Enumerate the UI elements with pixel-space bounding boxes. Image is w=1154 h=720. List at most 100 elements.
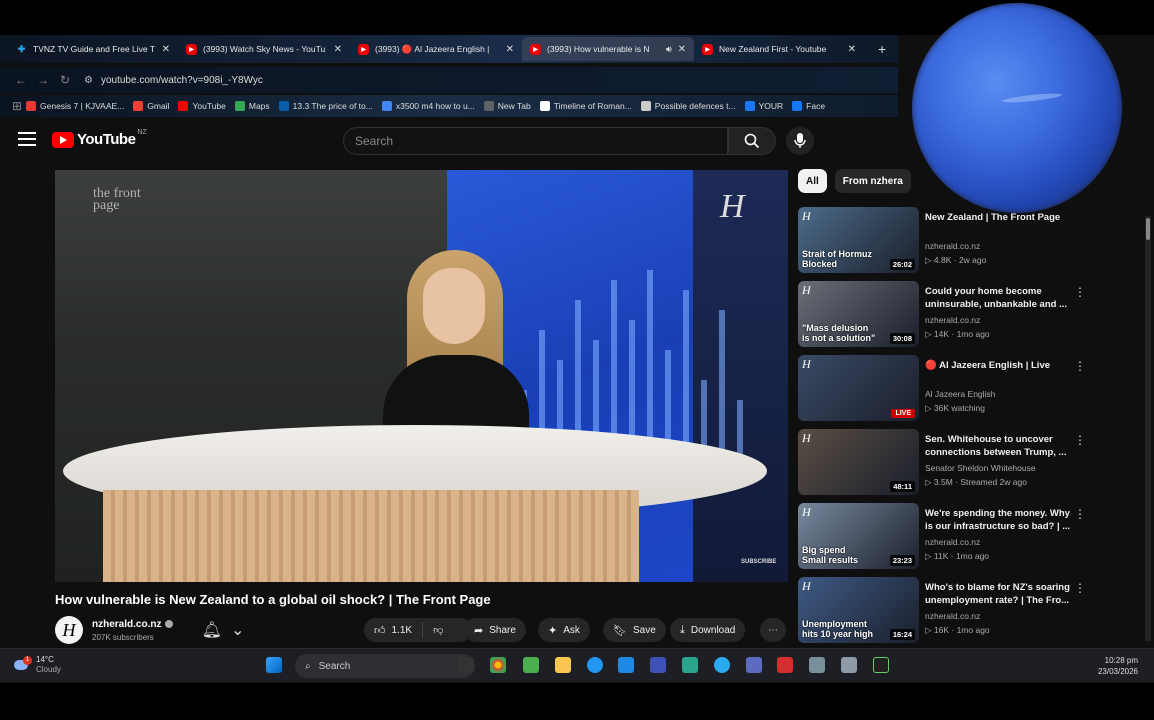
outlook-icon[interactable] <box>618 657 634 673</box>
dislike-button[interactable]: 👎︎ <box>423 624 453 636</box>
browser-tab[interactable]: ▶ (3993) How vulnerable is N 🔊︎ ✕ <box>522 37 694 61</box>
video-title[interactable]: 🔴 Al Jazeera English | Live <box>925 359 1075 372</box>
browser-tab[interactable]: ▶ New Zealand First - Youtube ✕ <box>694 37 864 61</box>
bookmark-item[interactable]: Genesis 7 | KJVAAE... <box>26 101 124 111</box>
more-options-icon[interactable]: ⋮ <box>1074 359 1086 373</box>
video-thumbnail[interactable]: H 48:11 <box>798 429 919 495</box>
taskbar-search[interactable]: ⌕ Search <box>295 654 475 678</box>
more-actions-button[interactable]: ⋯ <box>760 618 786 642</box>
subscribe-watermark[interactable]: SUBSCRIBE <box>741 559 776 565</box>
video-thumbnail[interactable]: H "Mass delusion is not a solution" 30:08 <box>798 281 919 347</box>
file-explorer-icon[interactable] <box>555 657 571 673</box>
bookmark-item[interactable]: YOUR <box>744 101 783 111</box>
bookmark-item[interactable]: Face <box>792 101 825 111</box>
apps-grid-icon[interactable]: ⊞ <box>8 99 26 113</box>
gamepad-icon[interactable] <box>809 657 825 673</box>
start-menu-icon[interactable] <box>266 657 282 673</box>
bookmark-item[interactable]: YouTube <box>178 101 226 111</box>
channel-name-text[interactable]: nzherald.co.nz <box>92 619 161 630</box>
video-title[interactable]: New Zealand | The Front Page <box>925 211 1075 224</box>
app-window-icon[interactable] <box>746 657 762 673</box>
close-tab-icon[interactable]: ✕ <box>678 44 686 55</box>
video-thumbnail[interactable]: H LIVE <box>798 355 919 421</box>
save-button[interactable]: 🔖︎ Save <box>603 618 666 642</box>
channel-name[interactable]: nzherald.co.nz <box>925 611 980 621</box>
download-button[interactable]: ⤓ Download <box>670 618 746 642</box>
bookmark-item[interactable]: New Tab <box>483 101 531 111</box>
recommended-video[interactable]: H Big spend Small results 23:23 We're spend… <box>798 503 1098 573</box>
more-options-icon[interactable]: ⋮ <box>1074 581 1086 595</box>
channel-avatar[interactable]: H <box>55 616 83 644</box>
back-icon[interactable]: ← <box>10 73 32 87</box>
app-icon[interactable] <box>682 657 698 673</box>
browser-tab[interactable]: ✚ TVNZ TV Guide and Free Live T ✕ <box>8 37 178 61</box>
more-options-icon[interactable]: ⋮ <box>1074 507 1086 521</box>
channel-name[interactable]: nzherald.co.nz <box>925 537 980 547</box>
telegram-icon[interactable] <box>714 657 730 673</box>
tab-title: (3993) Watch Sky News - YouTu <box>203 44 326 54</box>
speaker-icon[interactable]: 🔊︎ <box>666 44 672 55</box>
new-tab-button[interactable]: + <box>878 41 886 57</box>
recommended-video[interactable]: H "Mass delusion is not a solution" 30:08 C… <box>798 281 1098 351</box>
settings-icon[interactable] <box>841 657 857 673</box>
video-title[interactable]: Could your home become uninsurable, unba… <box>925 285 1075 311</box>
browser-tab[interactable]: ▶ (3993) Watch Sky News - YouTu ✕ <box>178 37 350 61</box>
close-tab-icon[interactable]: ✕ <box>848 44 856 55</box>
shield-icon[interactable] <box>873 657 889 673</box>
video-thumbnail[interactable]: H Big spend Small results 23:23 <box>798 503 919 569</box>
search-input[interactable] <box>343 127 728 155</box>
site-info-icon[interactable]: ⚙ <box>84 75 93 86</box>
store-icon[interactable] <box>523 657 539 673</box>
system-clock[interactable]: 10:28 pm 23/03/2026 <box>1098 655 1138 677</box>
close-tab-icon[interactable]: ✕ <box>506 44 514 55</box>
search-button[interactable] <box>728 127 776 155</box>
recommended-video[interactable]: H 48:11 Sen. Whitehouse to uncover connect… <box>798 429 1098 499</box>
scrollbar-thumb[interactable] <box>1146 218 1150 240</box>
share-button[interactable]: ➦ Share <box>464 618 526 642</box>
bookmark-item[interactable]: Timeline of Roman... <box>539 101 632 111</box>
notification-bell-button[interactable]: 🔔︎ ⌄ <box>197 616 249 644</box>
recommended-video[interactable]: H Unemployment hits 10 year high 16:24 Who'… <box>798 577 1098 647</box>
url-field[interactable]: ⚙ youtube.com/watch?v=908i_-Y8Wyc <box>84 75 263 86</box>
recommended-video[interactable]: H LIVE 🔴 Al Jazeera English | Live Al Jazee… <box>798 355 1098 425</box>
taskbar-search-label: Search <box>318 660 351 672</box>
bookmark-item[interactable]: Maps <box>234 101 270 111</box>
more-options-icon[interactable]: ⋮ <box>1074 433 1086 447</box>
guide-menu-icon[interactable] <box>18 132 36 146</box>
video-title[interactable]: We're spending the money. Why is our inf… <box>925 507 1075 533</box>
like-button[interactable]: 👍︎ 1.1K <box>364 622 424 638</box>
video-title[interactable]: Who's to blame for NZ's soaring unemploy… <box>925 581 1075 607</box>
channel-name[interactable]: Al Jazeera English <box>925 389 995 399</box>
filter-chip[interactable]: From nzhera <box>834 169 911 193</box>
bookmark-item[interactable]: Possible defences t... <box>640 101 736 111</box>
channel-name[interactable]: nzherald.co.nz <box>925 241 980 251</box>
browser-tab[interactable]: ▶ (3993) 🔴 Al Jazeera English | ✕ <box>350 37 522 61</box>
video-player[interactable]: the front page H SUBSCRIBE <box>55 170 788 582</box>
chrome-icon[interactable] <box>490 657 506 673</box>
sidebar-scrollbar[interactable] <box>1145 216 1151 641</box>
reload-icon[interactable]: ↻ <box>54 73 76 87</box>
bookmark-item[interactable]: x3500 m4 how to u... <box>381 101 475 111</box>
forward-icon[interactable]: → <box>32 73 54 87</box>
task-view-icon[interactable] <box>458 657 474 673</box>
close-tab-icon[interactable]: ✕ <box>334 44 342 55</box>
more-options-icon[interactable]: ⋮ <box>1074 285 1086 299</box>
voice-search-button[interactable] <box>786 127 814 155</box>
channel-name[interactable]: nzherald.co.nz <box>92 619 174 630</box>
acrobat-icon[interactable] <box>777 657 793 673</box>
bookmark-item[interactable]: 13.3 The price of to... <box>278 101 373 111</box>
close-tab-icon[interactable]: ✕ <box>162 44 170 55</box>
ask-button[interactable]: ✦ Ask <box>538 618 590 642</box>
weather-widget[interactable]: 1 14°C Cloudy <box>14 655 61 675</box>
video-thumbnail[interactable]: H Strait of Hormuz Blocked 26:02 <box>798 207 919 273</box>
video-thumbnail[interactable]: H Unemployment hits 10 year high 16:24 <box>798 577 919 643</box>
edge-icon[interactable] <box>587 657 603 673</box>
youtube-logo[interactable]: YouTube NZ <box>52 129 147 148</box>
video-title[interactable]: Sen. Whitehouse to uncover connections b… <box>925 433 1075 459</box>
calendar-icon[interactable] <box>650 657 666 673</box>
channel-name[interactable]: nzherald.co.nz <box>925 315 980 325</box>
bookmark-item[interactable]: Gmail <box>133 101 169 111</box>
recommended-video[interactable]: H Strait of Hormuz Blocked 26:02 New Zealan… <box>798 207 1098 277</box>
channel-name[interactable]: Senator Sheldon Whitehouse <box>925 463 1036 473</box>
filter-chip[interactable]: All <box>798 169 827 193</box>
